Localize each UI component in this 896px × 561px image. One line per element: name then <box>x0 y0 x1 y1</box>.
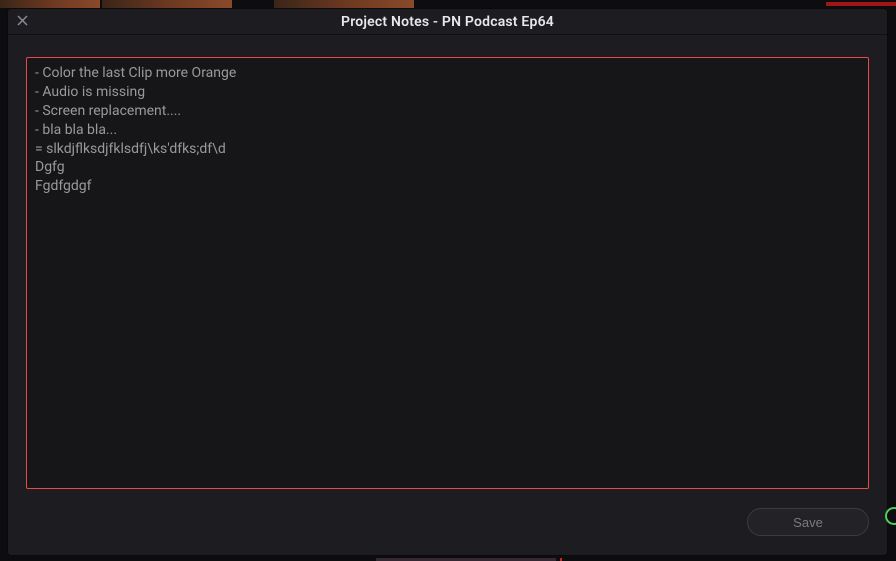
clip-thumbnail <box>102 0 232 8</box>
modal-content: Save <box>8 35 887 555</box>
project-notes-modal: Project Notes - PN Podcast Ep64 Save <box>7 8 888 556</box>
clip-thumbnail <box>274 0 414 8</box>
close-icon <box>17 15 28 29</box>
cursor-indicator <box>885 507 896 525</box>
modal-title: Project Notes - PN Podcast Ep64 <box>8 14 887 30</box>
close-button[interactable] <box>14 14 30 30</box>
save-button[interactable]: Save <box>747 508 869 536</box>
thumbnail-strip <box>0 0 896 8</box>
clip-thumbnail <box>0 0 100 8</box>
timeline-marker <box>826 2 896 6</box>
button-row: Save <box>26 489 869 536</box>
notes-textarea[interactable] <box>26 57 869 489</box>
modal-titlebar: Project Notes - PN Podcast Ep64 <box>8 9 887 35</box>
